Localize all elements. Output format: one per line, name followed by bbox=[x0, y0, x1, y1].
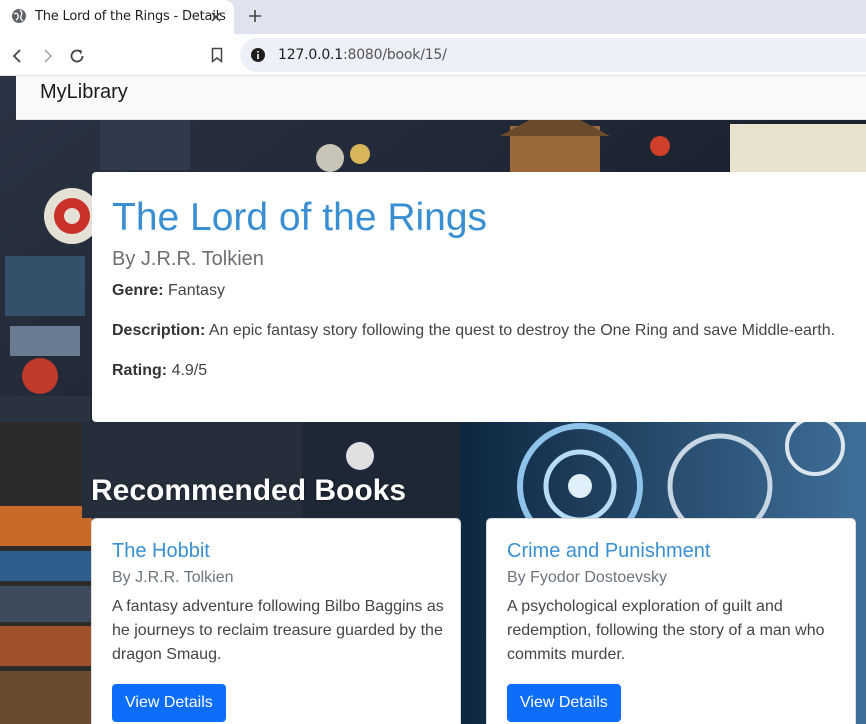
url-path: :8080/book/15/ bbox=[343, 47, 447, 63]
tab-title: The Lord of the Rings - Details bbox=[35, 9, 226, 24]
info-icon[interactable] bbox=[250, 47, 266, 63]
recommended-card-description: A psychological exploration of guilt and… bbox=[507, 598, 825, 663]
view-details-button[interactable]: View Details bbox=[507, 684, 621, 722]
globe-icon bbox=[12, 9, 26, 23]
book-title: The Lord of the Rings bbox=[112, 196, 488, 239]
url-text: 127.0.0.1:8080/book/15/ bbox=[278, 47, 447, 63]
book-author: By J.R.R. Tolkien bbox=[112, 248, 264, 270]
recommended-heading: Recommended Books bbox=[91, 474, 407, 507]
recommended-card-author: By Fyodor Dostoevsky bbox=[507, 569, 668, 586]
book-genre: Genre: Fantasy bbox=[112, 282, 225, 300]
rating-value: 4.9/5 bbox=[171, 362, 208, 379]
recommended-card: The Hobbit By J.R.R. Tolkien A fantasy a… bbox=[91, 518, 461, 724]
back-icon[interactable] bbox=[9, 47, 27, 65]
url-host: 127.0.0.1 bbox=[278, 47, 343, 63]
genre-label: Genre: bbox=[112, 282, 164, 299]
close-icon[interactable] bbox=[208, 9, 224, 25]
recommended-card-title: Crime and Punishment bbox=[507, 540, 711, 562]
browser-toolbar: 127.0.0.1:8080/book/15/ bbox=[0, 34, 866, 76]
recommended-card-author: By J.R.R. Tolkien bbox=[112, 569, 234, 586]
forward-icon[interactable] bbox=[38, 47, 56, 65]
reload-icon[interactable] bbox=[68, 47, 86, 65]
site-navbar: MyLibrary bbox=[16, 76, 866, 120]
genre-value: Fantasy bbox=[168, 282, 225, 299]
page-viewport: MyLibrary The Lord of the Rings By J.R.R… bbox=[0, 76, 866, 724]
address-bar[interactable]: 127.0.0.1:8080/book/15/ bbox=[240, 38, 866, 72]
rating-label: Rating: bbox=[112, 362, 168, 379]
tab-strip: The Lord of the Rings - Details bbox=[0, 0, 866, 34]
view-details-button[interactable]: View Details bbox=[112, 684, 226, 722]
brand-link[interactable]: MyLibrary bbox=[40, 81, 128, 104]
description-value: An epic fantasy story following the ques… bbox=[208, 322, 836, 339]
bookmark-icon[interactable] bbox=[208, 46, 226, 64]
browser-tab[interactable]: The Lord of the Rings - Details bbox=[0, 0, 234, 34]
book-rating: Rating: 4.9/5 bbox=[112, 362, 207, 380]
description-label: Description: bbox=[112, 322, 206, 339]
recommended-card-title: The Hobbit bbox=[112, 540, 210, 562]
book-description: Description: An epic fantasy story follo… bbox=[112, 322, 835, 340]
plus-icon[interactable] bbox=[246, 7, 264, 25]
book-detail-card: The Lord of the Rings By J.R.R. Tolkien … bbox=[92, 172, 866, 422]
recommended-card-description: A fantasy adventure following Bilbo Bagg… bbox=[112, 598, 444, 663]
recommended-card: Crime and Punishment By Fyodor Dostoevsk… bbox=[486, 518, 856, 724]
